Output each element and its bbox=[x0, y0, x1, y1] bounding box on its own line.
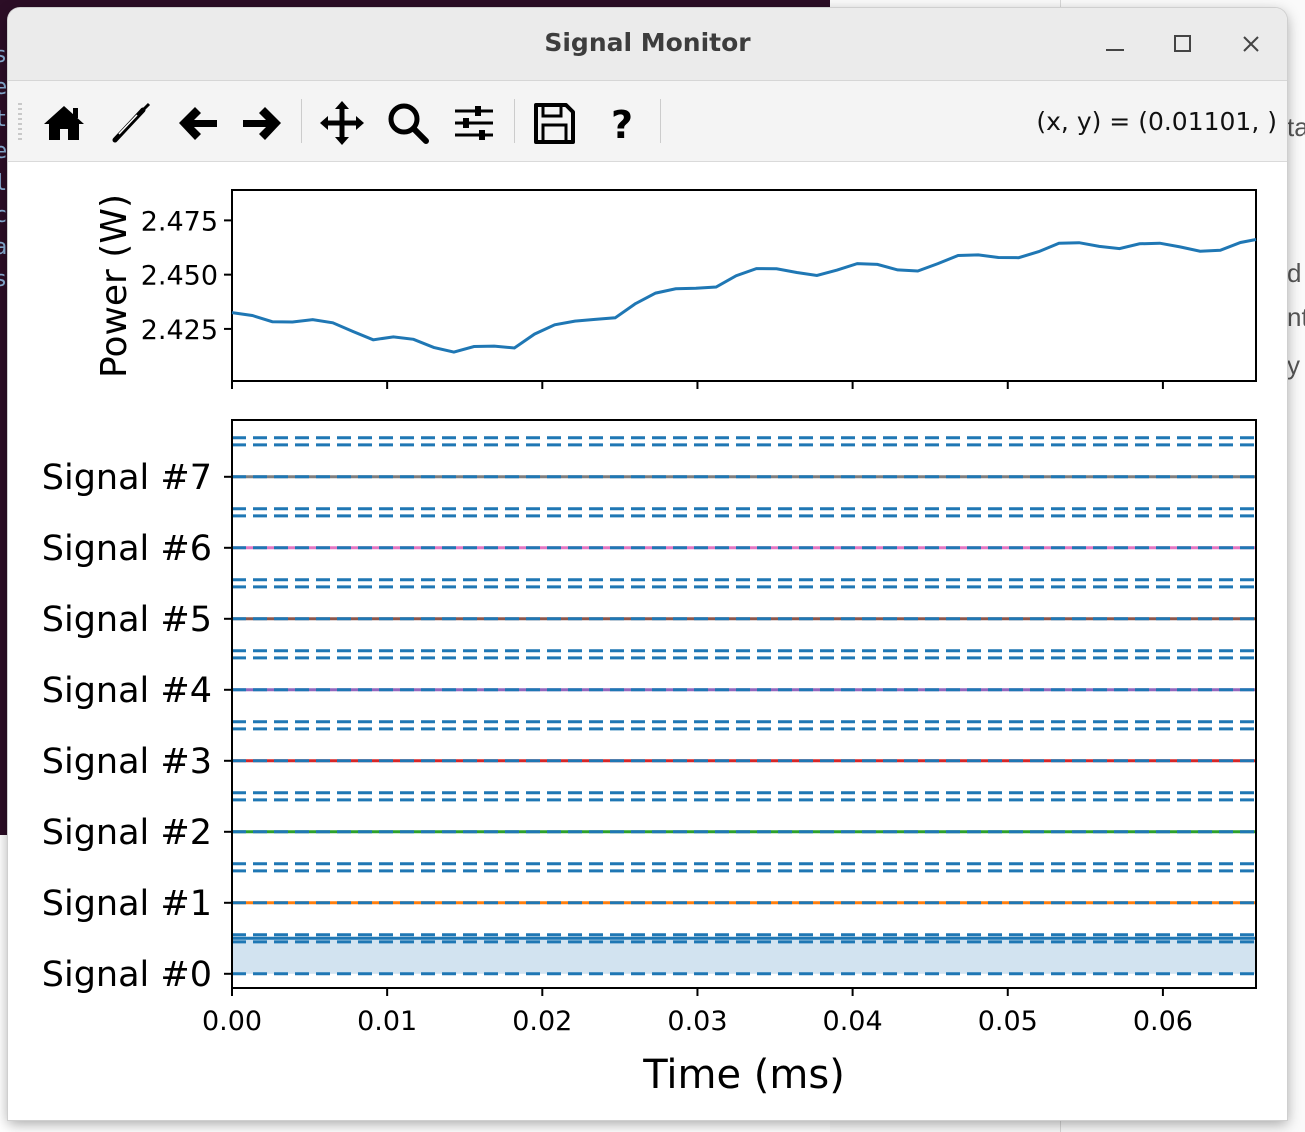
zoom-icon bbox=[388, 103, 429, 144]
forward-arrow-icon bbox=[243, 107, 281, 140]
toolbar-separator bbox=[514, 99, 515, 143]
signal-monitor-window: Signal Monitor ? (x, y) = (0.01101,) 2.… bbox=[8, 8, 1287, 1120]
window-title: Signal Monitor bbox=[544, 28, 751, 57]
home-button[interactable] bbox=[38, 97, 90, 149]
figure-canvas[interactable]: 2.4252.4502.475 Power (W) Signal #0Signa… bbox=[8, 162, 1287, 1120]
svg-text:?: ? bbox=[611, 103, 633, 146]
help-icon: ? bbox=[611, 103, 633, 146]
maximize-button[interactable] bbox=[1165, 26, 1201, 62]
signal-ytick-label: Signal #1 bbox=[42, 884, 212, 924]
signal-ytick-label: Signal #7 bbox=[42, 458, 212, 498]
signal-ytick-label: Signal #5 bbox=[42, 600, 212, 640]
home-icon bbox=[44, 106, 84, 140]
help-button[interactable]: ? bbox=[596, 97, 648, 149]
close-button[interactable] bbox=[1233, 26, 1269, 62]
cursor-coordinates: (x, y) = (0.01101, ) bbox=[1036, 107, 1277, 136]
time-xtick-label: 0.06 bbox=[1133, 1006, 1193, 1037]
time-xtick-label: 0.03 bbox=[667, 1006, 727, 1037]
signal-ytick-label: Signal #3 bbox=[42, 742, 212, 782]
configure-subplots-button[interactable] bbox=[448, 97, 500, 149]
time-xtick-label: 0.04 bbox=[823, 1006, 883, 1037]
power-ytick-label: 2.450 bbox=[141, 261, 218, 292]
save-button[interactable] bbox=[528, 97, 580, 149]
signals-axes[interactable]: Signal #0 Signal #1 Signal #2 Signal #3 Sign… bbox=[42, 419, 1257, 1098]
background-fragment: ta bbox=[1287, 112, 1305, 142]
forward-button[interactable] bbox=[236, 97, 288, 149]
back-arrow-icon bbox=[179, 107, 217, 140]
minimize-button[interactable] bbox=[1097, 26, 1133, 62]
signal-fill-area bbox=[232, 938, 1256, 974]
toolbar-separator bbox=[301, 99, 302, 143]
signal-ytick-label: Signal #4 bbox=[42, 671, 212, 711]
zoom-button[interactable] bbox=[382, 97, 434, 149]
background-fragment: nt bbox=[1287, 302, 1305, 332]
signal-ytick-label: Signal #2 bbox=[42, 813, 212, 853]
signal-ytick-label: Signal #6 bbox=[42, 529, 212, 569]
back-button[interactable] bbox=[172, 97, 224, 149]
save-icon bbox=[534, 103, 575, 144]
time-xtick-label: 0.01 bbox=[357, 1006, 417, 1037]
maximize-icon bbox=[1174, 35, 1191, 52]
toolbar-grip[interactable] bbox=[18, 103, 22, 143]
pencil-button[interactable] bbox=[104, 97, 156, 149]
time-xtick-label: 0.05 bbox=[978, 1006, 1038, 1037]
background-terminal-text: setelcas bbox=[0, 43, 8, 292]
pan-button[interactable] bbox=[316, 97, 368, 149]
background-fragment: d bbox=[1287, 258, 1302, 288]
power-axes[interactable]: 2.425 2.450 2.475 Power (W) bbox=[94, 189, 1257, 389]
time-xtick-label: 0.02 bbox=[512, 1006, 572, 1037]
pan-icon bbox=[320, 101, 364, 145]
close-icon bbox=[1243, 36, 1259, 52]
time-xlabel: Time (ms) bbox=[642, 1052, 845, 1098]
power-ytick-label: 2.425 bbox=[141, 315, 218, 346]
pencil-icon bbox=[112, 102, 151, 143]
minimize-icon bbox=[1106, 49, 1124, 51]
plot-toolbar: ? (x, y) = (0.01101, ) bbox=[8, 81, 1287, 162]
toolbar-separator bbox=[660, 99, 661, 143]
power-axes-frame bbox=[231, 189, 1257, 382]
power-ytick-label: 2.475 bbox=[141, 206, 218, 237]
title-bar[interactable]: Signal Monitor bbox=[8, 8, 1287, 81]
background-fragment: y bbox=[1287, 350, 1300, 380]
sliders-icon bbox=[455, 106, 493, 140]
signal-ytick-label: Signal #0 bbox=[42, 955, 212, 995]
time-xtick-label: 0.00 bbox=[202, 1006, 262, 1037]
power-ylabel: Power (W) bbox=[94, 194, 135, 378]
